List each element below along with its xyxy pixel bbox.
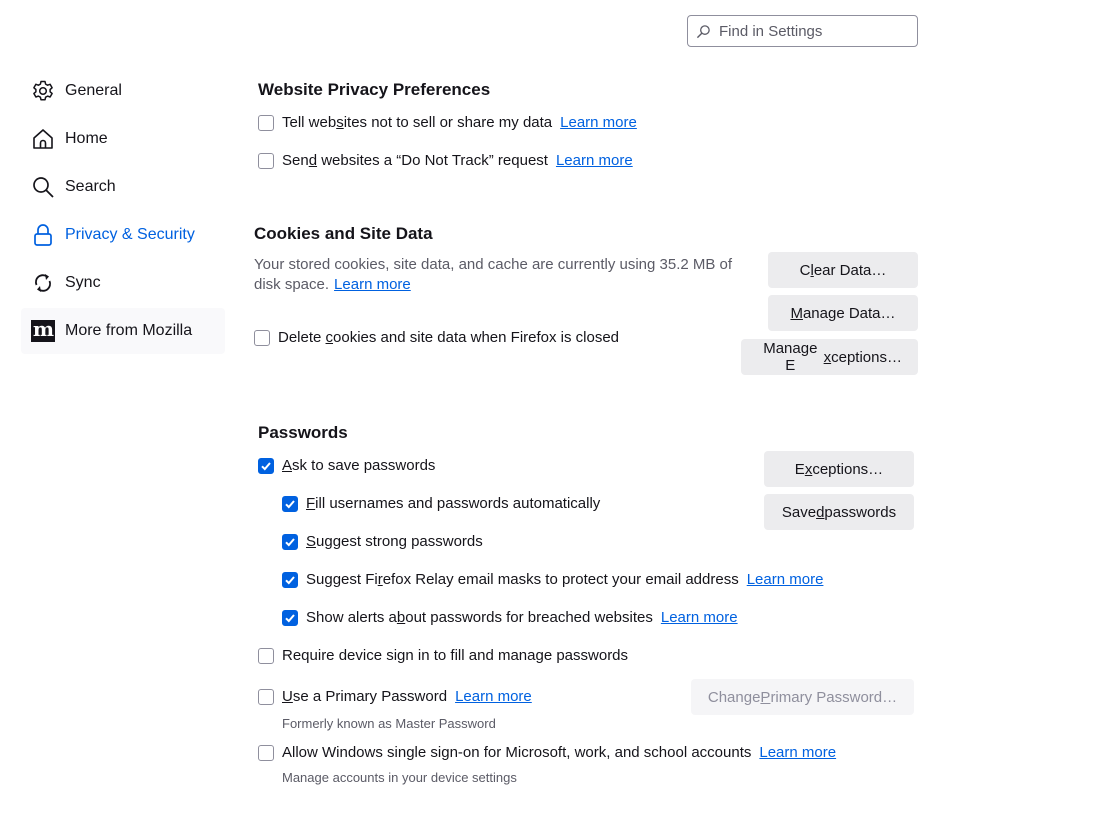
change-primary-password-button: Change Primary Password… [691, 679, 914, 715]
sidebar-item-search[interactable]: Search [21, 164, 225, 210]
sidebar-item-label: Search [65, 178, 116, 195]
option-require-device-sign-in[interactable]: Require device sign in to fill and manag… [258, 647, 628, 664]
sidebar-item-sync[interactable]: Sync [21, 260, 225, 306]
lock-icon [31, 223, 55, 247]
clear-data-button[interactable]: Cl ear Data… [768, 252, 918, 288]
sidebar-item-home[interactable]: Home [21, 116, 225, 162]
learn-more-link[interactable]: Learn more [334, 276, 411, 293]
manage-exceptions-button[interactable]: Manage Ex ceptions… [741, 339, 918, 375]
checkbox[interactable] [282, 533, 298, 550]
primary-password-note: Formerly known as Master Password [282, 716, 496, 731]
checkmark-icon [261, 461, 271, 470]
option-label: Use a Primary Password [282, 688, 448, 705]
option-label: Suggest strong passwords [306, 533, 483, 550]
option-windows-sso[interactable]: Allow Windows single sign-on for Microso… [258, 744, 836, 761]
option-label: Suggest Firefox Relay email masks to pro… [306, 571, 739, 588]
learn-more-link[interactable]: Learn more [455, 688, 532, 705]
cookies-description: Your stored cookies, site data, and cach… [254, 256, 733, 293]
sidebar-item-general[interactable]: General [21, 68, 225, 114]
checkbox[interactable] [258, 744, 274, 761]
section-title-passwords: Passwords [258, 423, 348, 442]
password-exceptions-button[interactable]: Ex ceptions… [764, 451, 914, 487]
checkbox[interactable] [258, 152, 274, 169]
learn-more-link[interactable]: Learn more [556, 152, 633, 169]
option-label: Fill usernames and passwords automatical… [306, 495, 601, 512]
checkmark-icon [285, 575, 295, 584]
checkmark-icon [285, 537, 295, 546]
settings-search[interactable] [687, 15, 918, 47]
section-title-cookies: Cookies and Site Data [254, 224, 433, 243]
search-icon [696, 24, 710, 38]
checkbox[interactable] [254, 329, 270, 346]
mozilla-logo-icon: m [31, 317, 55, 342]
option-label: Require device sign in to fill and manag… [282, 647, 629, 664]
checkbox[interactable] [282, 571, 298, 588]
sidebar-item-more-from-mozilla[interactable]: m More from Mozilla [21, 308, 225, 354]
option-label: Delete cookies and site data when Firefo… [278, 329, 620, 346]
gear-icon [31, 79, 55, 103]
option-do-not-track[interactable]: Send websites a “Do Not Track” request L… [258, 152, 633, 169]
option-breach-alerts[interactable]: Show alerts about passwords for breached… [282, 609, 738, 626]
checkbox[interactable] [258, 114, 274, 131]
checkbox[interactable] [282, 495, 298, 512]
search-icon [31, 175, 55, 199]
option-label: Send websites a “Do Not Track” request [282, 152, 548, 169]
sidebar-item-label: Sync [65, 274, 101, 291]
learn-more-link[interactable]: Learn more [661, 609, 738, 626]
option-delete-cookies-on-close[interactable]: Delete cookies and site data when Firefo… [254, 329, 619, 346]
search-input[interactable] [717, 21, 907, 41]
learn-more-link[interactable]: Learn more [759, 744, 836, 761]
option-primary-password[interactable]: Use a Primary Password Learn more [258, 688, 532, 705]
option-autofill[interactable]: Fill usernames and passwords automatical… [282, 495, 600, 512]
sso-note: Manage accounts in your device settings [282, 770, 517, 785]
sidebar-item-label: Privacy & Security [65, 226, 195, 243]
option-relay[interactable]: Suggest Firefox Relay email masks to pro… [282, 571, 823, 588]
learn-more-link[interactable]: Learn more [560, 114, 637, 131]
option-label: Allow Windows single sign-on for Microso… [282, 744, 752, 761]
learn-more-link[interactable]: Learn more [747, 571, 824, 588]
sidebar-item-label: General [65, 82, 122, 99]
sync-icon [31, 271, 55, 295]
checkmark-icon [285, 613, 295, 622]
option-suggest-strong[interactable]: Suggest strong passwords [282, 533, 483, 550]
option-gpc[interactable]: Tell websites not to sell or share my da… [258, 114, 637, 131]
section-title-privacy-prefs: Website Privacy Preferences [258, 80, 491, 99]
checkmark-icon [285, 499, 295, 508]
checkbox[interactable] [258, 688, 274, 705]
saved-passwords-button[interactable]: Save d passwords [764, 494, 914, 530]
checkbox[interactable] [258, 647, 274, 664]
sidebar-item-label: Home [65, 130, 108, 147]
checkbox[interactable] [282, 609, 298, 626]
option-label: Tell websites not to sell or share my da… [282, 114, 553, 131]
option-label: Ask to save passwords [282, 457, 436, 474]
sidebar-item-label: More from Mozilla [65, 322, 193, 339]
option-ask-to-save-passwords[interactable]: Ask to save passwords [258, 457, 435, 474]
manage-data-button[interactable]: Manage Data… [768, 295, 918, 331]
option-label: Show alerts about passwords for breached… [306, 609, 653, 626]
sidebar-item-privacy-security[interactable]: Privacy & Security [21, 212, 225, 258]
home-icon [31, 127, 55, 151]
checkbox[interactable] [258, 457, 274, 474]
